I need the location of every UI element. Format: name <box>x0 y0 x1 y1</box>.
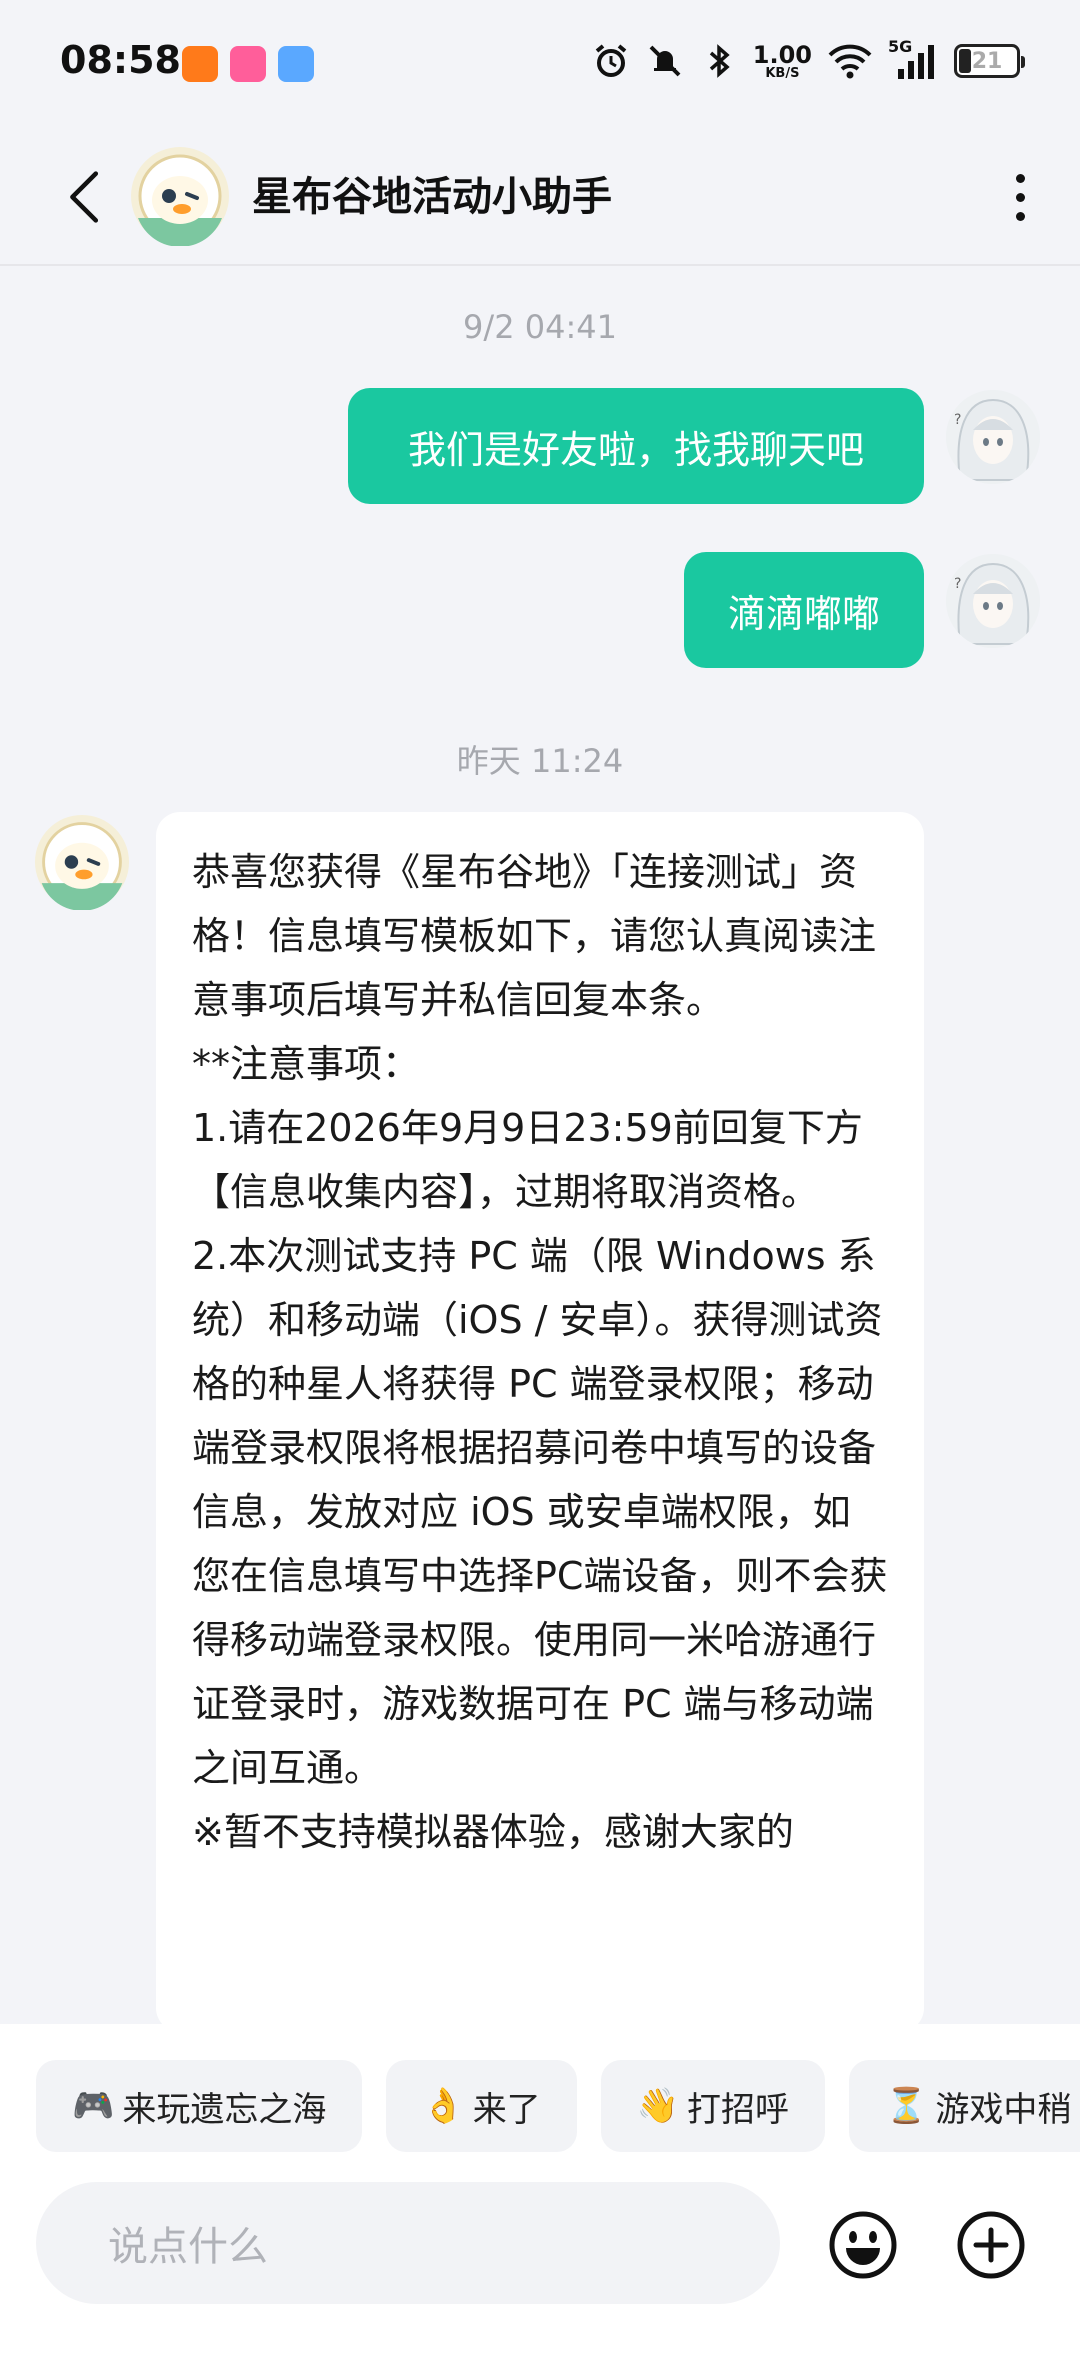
svg-text:?: ? <box>954 412 961 428</box>
incoming-message-text: 恭喜您获得《星布谷地》「连接测试」资格！信息填写模板如下，请您认真阅读注意事项后… <box>192 850 888 1854</box>
more-dot-icon <box>1015 192 1025 202</box>
net-speed: 1.00 KB/S <box>752 40 812 81</box>
quick-reply-bar: 🎮 来玩遗忘之海 👌 来了 👋 打招呼 ⏳ 游戏中稍 <box>36 2060 1080 2152</box>
composer-area: 🎮 来玩遗忘之海 👌 来了 👋 打招呼 ⏳ 游戏中稍 说点什么 <box>0 2024 1080 2376</box>
ok-hand-icon: 👌 <box>422 2086 465 2126</box>
message-timestamp: 9/2 04:41 <box>463 308 617 346</box>
notification-app-icon <box>182 46 218 82</box>
add-attachment-icon[interactable] <box>956 2210 1026 2280</box>
bilibili-icon <box>230 46 266 82</box>
message-input[interactable]: 说点什么 <box>36 2182 780 2304</box>
incoming-message[interactable]: 恭喜您获得《星布谷地》「连接测试」资格！信息填写模板如下，请您认真阅读注意事项后… <box>156 812 924 2032</box>
message-timestamp: 昨天 11:24 <box>456 742 624 780</box>
hourglass-icon: ⏳ <box>885 2086 928 2126</box>
bot-avatar[interactable] <box>130 146 230 246</box>
outgoing-message[interactable]: 滴滴嘟嘟 <box>684 552 924 668</box>
outgoing-message[interactable]: 我们是好友啦，找我聊天吧 <box>348 388 924 504</box>
weather-icon <box>278 46 314 82</box>
status-icons: 1.00 KB/S 5G 21 <box>591 36 1025 86</box>
chat-screen: 08:58 1.00 KB/S 5G 21 星布谷地活动小助手 9/2 04:4… <box>0 0 1080 2376</box>
status-time: 08:58 <box>60 38 181 82</box>
mute-bell-icon <box>649 45 681 77</box>
bluetooth-icon <box>709 44 730 78</box>
waving-hand-icon: 👋 <box>636 2086 680 2126</box>
chevron-left-icon <box>70 171 99 223</box>
signal-icon: 5G <box>888 37 940 81</box>
back-button[interactable] <box>40 152 130 242</box>
svg-text:?: ? <box>954 576 961 592</box>
user-avatar[interactable]: ? <box>946 554 1040 648</box>
chat-title: 星布谷地活动小助手 <box>252 174 612 220</box>
battery-icon: 21 <box>954 44 1025 78</box>
quick-reply-chip[interactable]: 🎮 来玩遗忘之海 <box>36 2060 363 2152</box>
emoji-icon[interactable] <box>828 2210 898 2280</box>
more-options-button[interactable] <box>990 152 1050 242</box>
alarm-icon <box>595 44 627 77</box>
quick-reply-chip[interactable]: 👌 来了 <box>386 2060 577 2152</box>
status-bar: 08:58 1.00 KB/S 5G 21 <box>0 0 1080 130</box>
chat-header: 星布谷地活动小助手 <box>0 130 1080 266</box>
more-dot-icon <box>1015 211 1025 221</box>
gamepad-icon: 🎮 <box>72 2086 115 2126</box>
user-avatar[interactable]: ? <box>946 390 1040 484</box>
quick-reply-chip[interactable]: 👋 打招呼 <box>600 2060 826 2152</box>
more-dot-icon <box>1015 173 1025 183</box>
quick-reply-chip[interactable]: ⏳ 游戏中稍 <box>849 2060 1080 2152</box>
bot-avatar[interactable] <box>34 814 130 910</box>
wifi-icon <box>828 44 872 79</box>
